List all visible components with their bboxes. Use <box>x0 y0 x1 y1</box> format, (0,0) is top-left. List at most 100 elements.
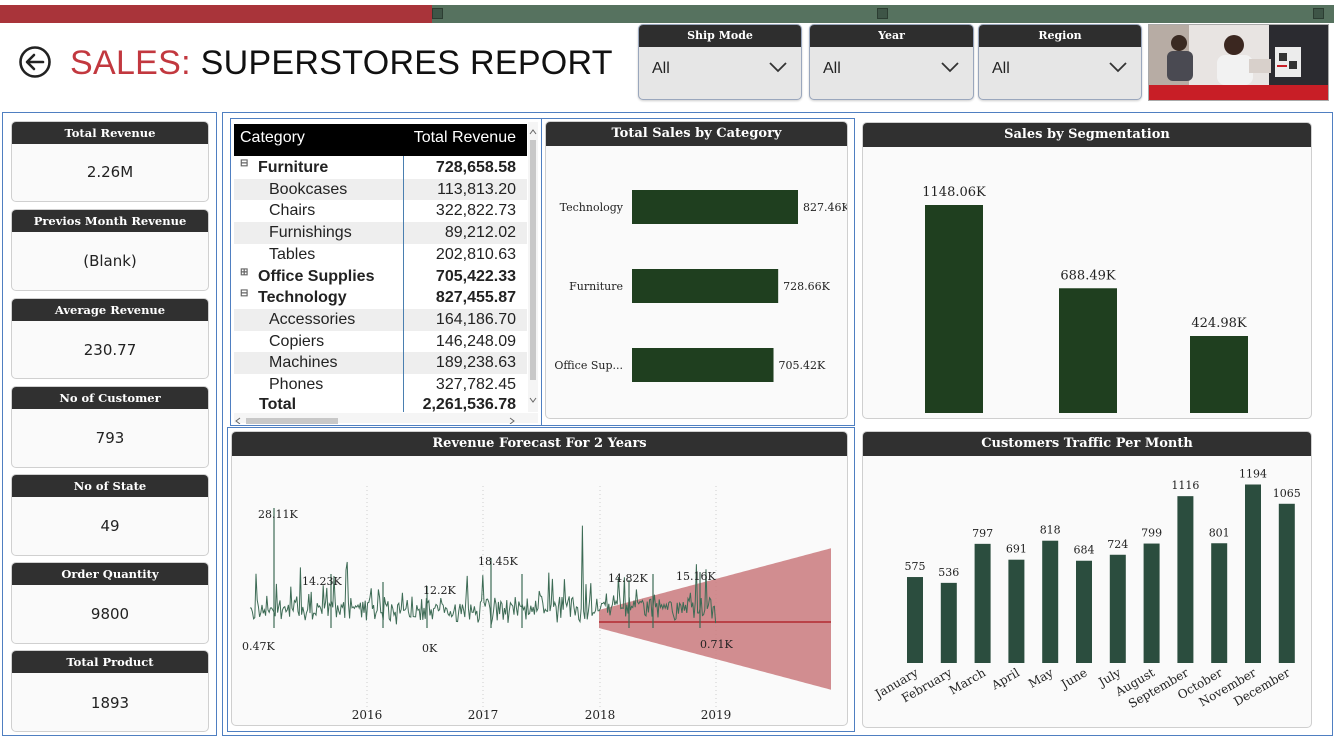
chart-title: Total Sales by Category <box>546 122 847 146</box>
forecast-annotation: 28.11K <box>258 508 298 521</box>
matrix-row-value: 705,422.33 <box>435 267 516 285</box>
traffic-bar-chart[interactable]: 575January536February797March691April818… <box>863 456 1312 728</box>
kpi-label: Total Product <box>12 651 208 673</box>
page-title: SALES: SUPERSTORES REPORT <box>70 44 613 83</box>
month-data-label: 801 <box>1209 526 1230 539</box>
matrix-row-label: Bookcases <box>269 180 348 198</box>
year-slicer[interactable]: Year All <box>809 24 974 100</box>
matrix-row-label: Copiers <box>269 332 325 350</box>
month-data-label: 1065 <box>1273 487 1301 500</box>
drag-handle[interactable] <box>1313 8 1324 19</box>
forecast-annotation: 14.82K <box>608 572 648 585</box>
matrix-row-label: Tables <box>269 245 316 263</box>
matrix-row[interactable]: Furnishings 89,212.02 <box>234 222 527 244</box>
matrix-col-category[interactable]: Category <box>240 129 305 147</box>
vertical-scrollbar[interactable] <box>528 122 538 412</box>
kpi-order-quantity: Order Quantity 9800 <box>11 562 209 644</box>
category-bar <box>632 269 779 303</box>
month-data-label: 575 <box>905 560 926 573</box>
region-slicer[interactable]: Region All <box>978 24 1142 100</box>
matrix-row[interactable]: Tables 202,810.63 <box>234 244 527 266</box>
month-axis-label: May <box>1026 665 1056 690</box>
segment-data-label: 1148.06K <box>922 185 986 200</box>
month-bar <box>1177 496 1194 663</box>
category-data-label: 705.42K <box>779 359 826 372</box>
forecast-annotation: 18.45K <box>478 555 518 568</box>
month-bar <box>1076 560 1092 663</box>
matrix-col-revenue[interactable]: Total Revenue <box>414 129 516 147</box>
month-data-label: 797 <box>972 527 993 540</box>
collapse-icon[interactable]: ⊟ <box>240 159 249 169</box>
chevron-down-icon[interactable] <box>1109 61 1127 73</box>
category-axis-label: Furniture <box>569 280 623 293</box>
matrix-row-label: Office Supplies <box>258 267 375 285</box>
year-axis-label: 2018 <box>585 708 616 722</box>
drag-handle[interactable] <box>432 8 443 19</box>
matrix-row[interactable]: Chairs 322,822.73 <box>234 200 527 222</box>
matrix-row[interactable]: Bookcases 113,813.20 <box>234 178 527 201</box>
month-bar <box>974 543 991 663</box>
matrix-row-value: 89,212.02 <box>444 224 516 242</box>
matrix-row-value: 827,455.87 <box>435 289 516 307</box>
kpi-value: 1893 <box>90 694 130 712</box>
category-bar <box>632 190 798 224</box>
horizontal-scrollbar[interactable] <box>234 413 538 424</box>
month-data-label: 1116 <box>1171 479 1199 492</box>
sales-by-segmentation-card: Sales by Segmentation 1148.06K Consumer 68… <box>862 122 1312 419</box>
segment-data-label: 424.98K <box>1191 316 1246 331</box>
matrix-row[interactable]: Copiers 146,248.09 <box>234 331 527 353</box>
back-arrow-icon[interactable] <box>18 45 52 79</box>
month-data-label: 724 <box>1107 538 1128 551</box>
category-axis-label: Technology <box>560 201 624 214</box>
month-bar <box>1008 559 1025 663</box>
chevron-down-icon[interactable] <box>769 61 787 73</box>
chart-title: Revenue Forecast For 2 Years <box>232 432 847 456</box>
month-data-label: 684 <box>1074 544 1095 557</box>
segmentation-bar-chart[interactable]: 1148.06K Consumer 688.49K Corporate 424.98K H… <box>863 147 1312 419</box>
month-axis-label: June <box>1057 665 1089 692</box>
kpi-label: Previos Month Revenue <box>12 210 208 232</box>
month-data-label: 1194 <box>1239 467 1267 480</box>
category-bar-chart[interactable]: Technology 827.46K Furniture 728.66K Office … <box>546 146 848 419</box>
kpi-value: 2.26M <box>86 163 134 181</box>
forecast-annotation: 12.2K <box>423 584 456 597</box>
kpi-label: Total Revenue <box>12 122 208 144</box>
month-bar <box>1211 543 1228 663</box>
year-axis-label: 2019 <box>701 708 732 722</box>
matrix-row[interactable]: Phones 327,782.45 <box>234 374 527 396</box>
kpi-total-product: Total Product 1893 <box>11 650 209 732</box>
kpi-value: 793 <box>95 429 125 447</box>
slicer-label: Region <box>979 25 1141 47</box>
expand-icon[interactable]: ⊞ <box>240 267 249 277</box>
collapse-icon[interactable]: ⊟ <box>240 289 249 299</box>
ship-mode-slicer[interactable]: Ship Mode All <box>638 24 802 100</box>
month-bar <box>1143 543 1160 663</box>
category-axis-label: Office Sup... <box>554 359 623 372</box>
top-accent-bar-red <box>0 5 432 23</box>
kpi-previous-month-revenue: Previos Month Revenue (Blank) <box>11 209 209 291</box>
matrix-row-value: 189,238.63 <box>435 354 516 372</box>
matrix-group-row[interactable]: ⊟ Technology 827,455.87 <box>234 287 527 309</box>
kpi-value: 9800 <box>90 605 130 623</box>
matrix-header: Category Total Revenue <box>234 124 527 156</box>
kpi-total-revenue: Total Revenue 2.26M <box>11 121 209 202</box>
kpi-no-of-customer: No of Customer 793 <box>11 386 209 468</box>
matrix-group-row[interactable]: ⊞ Office Supplies 705,422.33 <box>234 266 527 288</box>
matrix-group-row[interactable]: ⊟ Furniture 728,658.58 <box>234 157 527 179</box>
chevron-down-icon[interactable] <box>941 61 959 73</box>
slicer-value[interactable]: All <box>823 60 841 78</box>
matrix-row-value: 327,782.45 <box>435 376 516 393</box>
slicer-value[interactable]: All <box>652 60 670 78</box>
month-bar <box>1109 554 1126 663</box>
kpi-no-of-state: No of State 49 <box>11 474 209 556</box>
matrix-row-value: 146,248.09 <box>435 332 516 350</box>
month-bar <box>1042 540 1059 663</box>
segment-bar <box>1059 288 1117 413</box>
slicer-value[interactable]: All <box>992 60 1010 78</box>
matrix-row[interactable]: Machines 189,238.63 <box>234 352 527 374</box>
kpi-label: No of Customer <box>12 387 208 409</box>
forecast-line-chart[interactable]: 2016 2017 2018 2019 28.11K 14.23K 12.2K 18.45K 1… <box>232 456 848 726</box>
matrix-row-label: Furniture <box>258 159 329 176</box>
matrix-row[interactable]: Accessories 164,186.70 <box>234 308 527 331</box>
drag-handle[interactable] <box>877 8 888 19</box>
